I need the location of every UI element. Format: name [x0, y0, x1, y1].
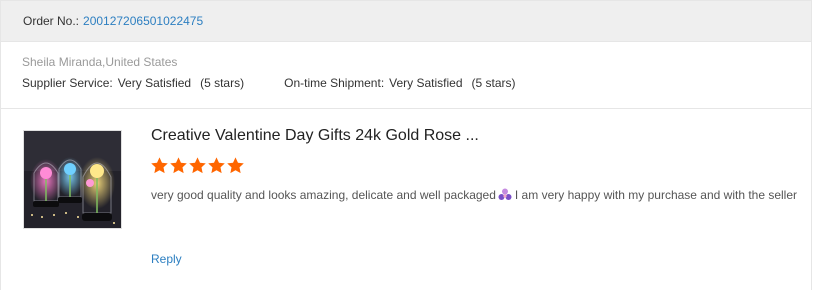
comment-text-part2: I am very happy with my purchase and wit…: [514, 188, 798, 202]
product-title-link[interactable]: Creative Valentine Day Gifts 24k Gold Ro…: [151, 127, 479, 145]
reply-link[interactable]: Reply: [151, 252, 182, 266]
rating-stars-text: (5 stars): [471, 76, 516, 90]
star-icon: [189, 157, 206, 174]
review-star-rating: [150, 156, 245, 175]
star-icon: [227, 157, 244, 174]
purple-flower-emoji-icon: [498, 188, 512, 200]
order-header: Order No.: 200127206501022475: [1, 1, 811, 42]
rating-value: Very Satisfied: [117, 76, 192, 90]
buyer-info: Sheila Miranda,United States Supplier Se…: [1, 42, 811, 109]
order-number-label: Order No.:: [23, 14, 80, 28]
comment-text-part1: very good quality and looks amazing, del…: [151, 188, 496, 202]
product-thumbnail[interactable]: [23, 130, 122, 229]
star-icon: [208, 157, 225, 174]
product-review: Creative Valentine Day Gifts 24k Gold Ro…: [1, 109, 811, 289]
supplier-service-rating: Supplier Service: Very Satisfied (5 star…: [22, 75, 244, 91]
star-icon: [151, 157, 168, 174]
seller-ratings: Supplier Service: Very Satisfied (5 star…: [22, 75, 811, 91]
order-number-link[interactable]: 200127206501022475: [83, 14, 203, 28]
buyer-name-location: Sheila Miranda,United States: [22, 55, 178, 69]
shipment-rating: On-time Shipment: Very Satisfied (5 star…: [284, 75, 515, 91]
rating-stars-text: (5 stars): [200, 76, 245, 90]
review-comment: very good quality and looks amazing, del…: [151, 186, 801, 205]
feedback-card: Order No.: 200127206501022475 Sheila Mir…: [0, 0, 812, 290]
rating-label: On-time Shipment:: [284, 76, 385, 90]
rating-label: Supplier Service:: [22, 76, 113, 90]
star-icon: [170, 157, 187, 174]
product-image-icon: [24, 131, 121, 228]
rating-value: Very Satisfied: [389, 76, 463, 90]
